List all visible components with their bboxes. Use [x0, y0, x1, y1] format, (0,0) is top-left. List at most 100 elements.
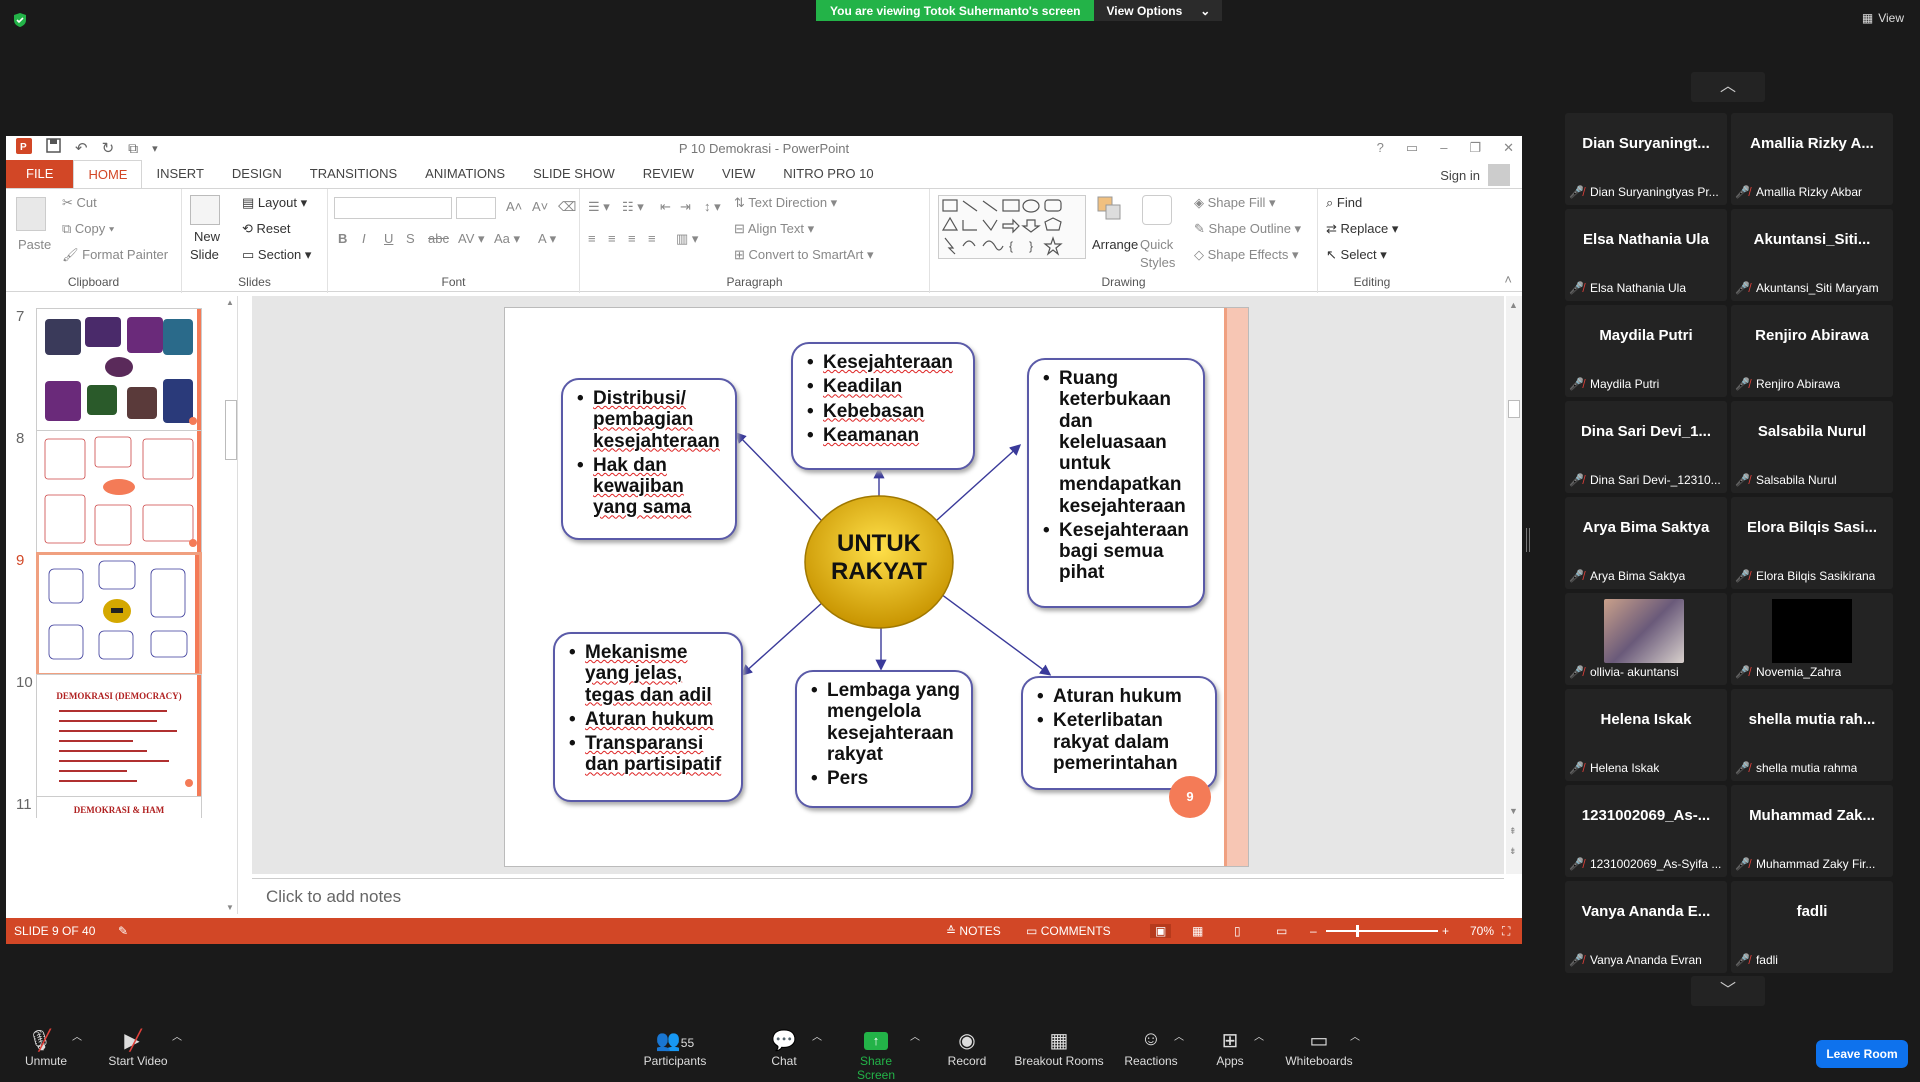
current-slide[interactable]: UNTUK RAKYAT Distribusi/ pembagian kesej… — [504, 307, 1249, 867]
bold-icon[interactable]: B — [338, 231, 347, 246]
line-spacing-icon[interactable]: ↕ ▾ — [704, 199, 721, 215]
participant-tile[interactable]: fadli 🎤̸ fadli — [1731, 881, 1893, 973]
tab-home[interactable]: HOME — [73, 160, 143, 188]
shapes-gallery[interactable]: {} — [938, 195, 1086, 259]
restore-icon[interactable]: ❐ — [1469, 140, 1481, 156]
participant-tile[interactable]: Dina Sari Devi_1... 🎤̸ Dina Sari Devi-_123… — [1565, 401, 1727, 493]
notes-pane[interactable]: Click to add notes — [252, 878, 1504, 914]
reactions-options-caret[interactable]: ︿ — [1174, 1028, 1184, 1043]
participants-button[interactable]: 👥55 Participants — [640, 1028, 710, 1068]
clear-formatting-icon[interactable]: ⌫ — [558, 199, 576, 215]
security-shield-icon[interactable] — [12, 12, 28, 28]
shape-outline-button[interactable]: ✎ Shape Outline ▾ — [1194, 221, 1301, 237]
minimize-icon[interactable]: – — [1440, 140, 1447, 156]
panel-resize-handle[interactable] — [1526, 528, 1530, 552]
help-icon[interactable]: ? — [1377, 140, 1384, 156]
increase-indent-icon[interactable]: ⇥ — [680, 199, 691, 215]
paste-button[interactable]: Paste — [18, 237, 51, 252]
strikethrough-icon[interactable]: abc — [428, 231, 449, 246]
scrollbar-thumb[interactable] — [225, 400, 237, 460]
italic-icon[interactable]: I — [362, 231, 366, 246]
tab-design[interactable]: DESIGN — [218, 160, 296, 188]
notes-button[interactable]: ≙ NOTES — [946, 924, 1001, 938]
share-screen-button[interactable]: ↑ Share Screen — [840, 1028, 912, 1082]
format-painter-button[interactable]: 🖌 Format Painter — [62, 247, 168, 263]
zoom-level[interactable]: 70% — [1470, 924, 1494, 938]
participant-tile[interactable]: 1231002069_As-... 🎤̸ 1231002069_As-Syifa .… — [1565, 785, 1727, 877]
slide-thumbnail-7[interactable] — [36, 308, 202, 432]
arrange-label[interactable]: Arrange — [1092, 237, 1138, 252]
align-left-icon[interactable]: ≡ — [588, 231, 596, 246]
chat-button[interactable]: 💬 Chat — [764, 1028, 804, 1068]
font-color-icon[interactable]: A ▾ — [538, 231, 556, 247]
font-name-box[interactable] — [334, 197, 452, 219]
spell-check-icon[interactable]: ✎ — [118, 924, 128, 938]
paste-icon[interactable] — [16, 197, 46, 231]
shape-fill-button[interactable]: ◈ Shape Fill ▾ — [1194, 195, 1276, 211]
tab-nitro-pro[interactable]: NITRO PRO 10 — [769, 160, 887, 188]
participant-tile[interactable]: Akuntansi_Siti... 🎤̸ Akuntansi_Siti Maryam — [1731, 209, 1893, 301]
tab-insert[interactable]: INSERT — [142, 160, 217, 188]
tab-file[interactable]: FILE — [6, 160, 74, 188]
participant-tile[interactable]: Elora Bilqis Sasi... 🎤̸ Elora Bilqis Sasik… — [1731, 497, 1893, 589]
zoom-slider-thumb[interactable] — [1356, 925, 1359, 937]
copy-button[interactable]: ⧉ Copy ▾ — [62, 221, 114, 237]
tab-view[interactable]: VIEW — [708, 160, 769, 188]
scroll-down-icon[interactable]: ▼ — [226, 903, 234, 912]
participant-tile[interactable]: shella mutia rah... 🎤̸ shella mutia rahma — [1731, 689, 1893, 781]
change-case-icon[interactable]: Aa ▾ — [494, 231, 520, 247]
participant-tile[interactable]: Dian Suryaningt... 🎤̸ Dian Suryaningtyas P… — [1565, 113, 1727, 205]
tab-animations[interactable]: ANIMATIONS — [411, 160, 519, 188]
slide-show-icon[interactable]: ▭ — [1276, 924, 1287, 938]
next-slide-icon[interactable]: ⇟ — [1509, 846, 1517, 857]
slide-thumbnail-8[interactable] — [36, 430, 202, 554]
quick-styles-label[interactable]: Quick — [1140, 237, 1173, 252]
replace-button[interactable]: ⇄ Replace ▾ — [1326, 221, 1398, 237]
reset-button[interactable]: ⟲ Reset — [242, 221, 291, 237]
participant-tile[interactable]: Helena Iskak 🎤̸ Helena Iskak — [1565, 689, 1727, 781]
cut-button[interactable]: ✂ Cut — [62, 195, 97, 211]
shape-effects-button[interactable]: ◇ Shape Effects ▾ — [1194, 247, 1298, 263]
underline-icon[interactable]: U — [384, 231, 393, 246]
new-slide-label[interactable]: New — [194, 229, 220, 244]
whiteboards-options-caret[interactable]: ︿ — [1350, 1028, 1360, 1043]
justify-icon[interactable]: ≡ — [648, 231, 656, 246]
reactions-button[interactable]: ☺ Reactions — [1124, 1028, 1178, 1068]
participant-tile[interactable]: Vanya Ananda E... 🎤̸ Vanya Ananda Evran — [1565, 881, 1727, 973]
apps-options-caret[interactable]: ︿ — [1254, 1028, 1264, 1043]
decrease-indent-icon[interactable]: ⇤ — [660, 199, 671, 215]
columns-icon[interactable]: ▥ ▾ — [676, 231, 698, 247]
font-size-box[interactable] — [456, 197, 496, 219]
reading-view-icon[interactable]: ▯ — [1234, 924, 1241, 938]
section-button[interactable]: ▭ Section ▾ — [242, 247, 311, 263]
close-icon[interactable]: ✕ — [1503, 140, 1514, 156]
participant-tile[interactable]: Muhammad Zak... 🎤̸ Muhammad Zaky Fir... — [1731, 785, 1893, 877]
scrollbar-thumb[interactable] — [1508, 400, 1520, 418]
participant-tile[interactable]: Salsabila Nurul 🎤̸ Salsabila Nurul — [1731, 401, 1893, 493]
share-options-caret[interactable]: ︿ — [910, 1028, 920, 1043]
comments-button[interactable]: ▭ COMMENTS — [1026, 924, 1111, 938]
scroll-down-icon[interactable]: ▼ — [1509, 806, 1518, 816]
slide-scrollbar[interactable]: ▲ ▼ ⇞ ⇟ — [1506, 296, 1522, 874]
user-avatar-icon[interactable] — [1488, 164, 1510, 186]
text-direction-button[interactable]: ⇅ Text Direction ▾ — [734, 195, 837, 211]
participant-tile[interactable]: Arya Bima Saktya 🎤̸ Arya Bima Saktya — [1565, 497, 1727, 589]
redo-icon[interactable]: ↻ — [102, 139, 115, 157]
sign-in-link[interactable]: Sign in — [1440, 168, 1480, 183]
shrink-font-icon[interactable]: A˅ — [532, 199, 548, 214]
fit-to-window-icon[interactable]: ⛶ — [1502, 924, 1510, 939]
participant-tile[interactable]: Elsa Nathania Ula 🎤̸ Elsa Nathania Ula — [1565, 209, 1727, 301]
participant-tile[interactable]: Maydila Putri 🎤̸ Maydila Putri — [1565, 305, 1727, 397]
new-slide-icon[interactable] — [190, 195, 220, 225]
slide-thumbnail-10[interactable]: DEMOKRASI (DEMOCRACY) — [36, 674, 202, 798]
video-options-caret[interactable]: ︿ — [172, 1028, 182, 1043]
participant-tile[interactable]: 🎤̸ Novemia_Zahra — [1731, 593, 1893, 685]
select-button[interactable]: ↖ Select ▾ — [1326, 247, 1387, 263]
collapse-ribbon-icon[interactable]: ˄ — [1504, 272, 1512, 287]
slide-thumbnail-9[interactable] — [36, 552, 202, 676]
tab-slide-show[interactable]: SLIDE SHOW — [519, 160, 629, 188]
participant-tile[interactable]: Renjiro Abirawa 🎤̸ Renjiro Abirawa — [1731, 305, 1893, 397]
zoom-in-icon[interactable]: + — [1442, 924, 1449, 938]
convert-smartart-button[interactable]: ⊞ Convert to SmartArt ▾ — [734, 247, 874, 263]
slide-sorter-icon[interactable]: ▦ — [1192, 924, 1203, 938]
